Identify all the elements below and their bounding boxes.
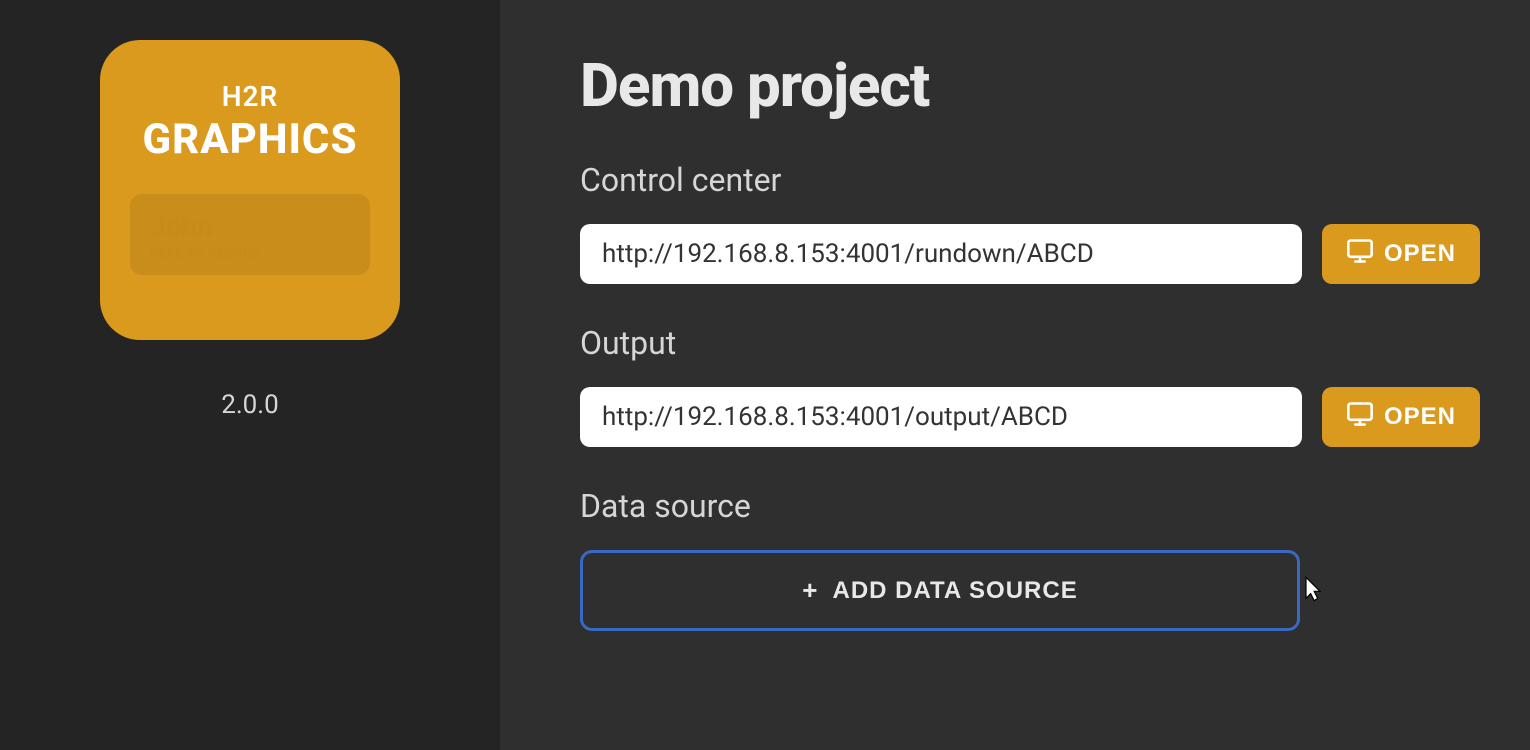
control-center-heading: Control center [580,161,1480,199]
add-data-source-button[interactable]: + ADD DATA SOURCE [580,550,1300,631]
open-label: OPEN [1384,403,1456,431]
app-version: 2.0.0 [221,390,279,420]
plus-icon: + [802,575,818,606]
logo-badge-name: John [150,210,350,243]
sidebar: H2R GRAPHICS John HERE TO RECORD 2.0.0 [0,0,500,750]
app-logo-card: H2R GRAPHICS John HERE TO RECORD [100,40,400,340]
logo-badge-subtitle: HERE TO RECORD [150,247,350,261]
output-heading: Output [580,324,1480,362]
control-center-url-input[interactable] [580,224,1302,284]
data-source-heading: Data source [580,487,1480,525]
logo-line-1: H2R [222,80,279,113]
open-label: OPEN [1384,240,1456,268]
cursor-pointer-icon [1299,575,1327,603]
project-title: Demo project [580,50,1480,121]
output-open-button[interactable]: OPEN [1322,387,1480,447]
monitor-icon [1346,400,1374,435]
logo-badge: John HERE TO RECORD [130,194,370,275]
add-data-source-label: ADD DATA SOURCE [832,577,1077,605]
control-center-row: OPEN [580,224,1480,284]
control-center-open-button[interactable]: OPEN [1322,224,1480,284]
output-url-input[interactable] [580,387,1302,447]
main-panel: Demo project Control center OPEN Output [500,0,1530,750]
output-row: OPEN [580,387,1480,447]
monitor-icon [1346,237,1374,272]
logo-line-2: GRAPHICS [142,115,357,164]
